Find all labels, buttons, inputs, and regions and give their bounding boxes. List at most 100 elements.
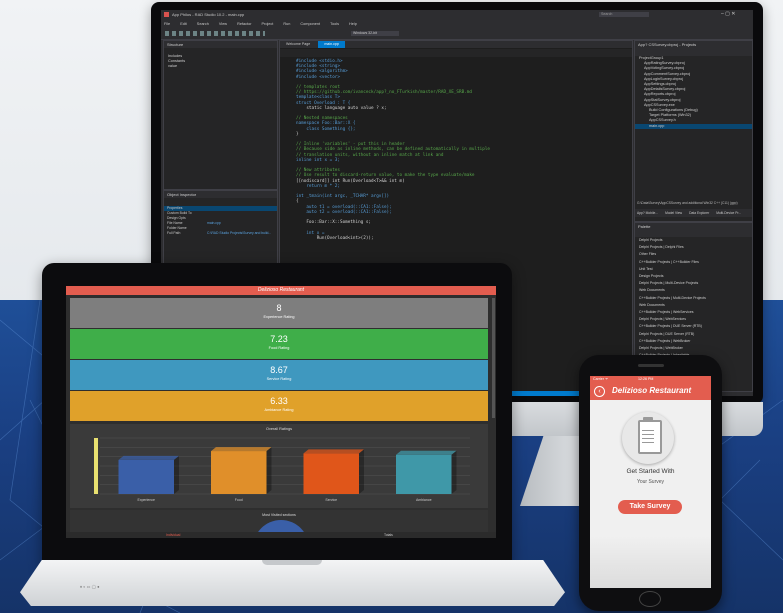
palette-item[interactable]: Web Documents [635,287,752,294]
get-started-text: Get Started With [626,468,675,475]
clipboard-icon [622,412,674,464]
palette-item[interactable]: Unit Test [635,266,752,273]
bar-label: Experience [137,498,155,502]
project-status: G:\Data\Survey\AppCSSurvey and additiona… [637,201,738,205]
menu-item[interactable]: Component [300,22,326,26]
palette-item[interactable]: Delphi Projects | WebServices [635,316,752,323]
inspector-value[interactable]: main.cpp [207,221,221,226]
code-line[interactable]: // Use result to discard-return value, t… [296,173,490,178]
bar-side [451,450,457,494]
menu-item[interactable]: Project [262,22,280,26]
inspector-row[interactable]: Full Path C:\RAD Studio Projects\Survey a… [164,231,277,236]
project-tab[interactable]: Model View [663,209,684,217]
app-logo-icon [164,12,169,17]
rating-band: 6.33 Ambiance Rating [70,391,488,421]
menu-item[interactable]: View [219,22,233,26]
footer-totals[interactable]: Totals [384,532,393,538]
back-icon[interactable]: ‹ [594,386,605,397]
bar-label: Food [235,498,243,502]
bar-side [266,447,272,494]
inspector-title: Object Inspector [164,191,277,198]
window-controls[interactable]: – ▢ ✕ [721,11,735,17]
laptop-dock-icons: ♦ ◐ ▭ ◯ ● [80,584,100,589]
phone-carrier: Carrier ᯤ [593,377,609,381]
dashboard-title: Delizioso Restaurant [66,286,496,295]
rating-label: Experience Rating [263,315,295,319]
palette-item[interactable]: C++Builder Projects | WebBroker [635,338,752,345]
palette-item[interactable]: C++Builder Projects | WebServices [635,309,752,316]
laptop-base [20,560,565,606]
rating-value: 8.67 [270,365,288,375]
code-line[interactable]: Run(Overload<int>(2)); [296,236,490,241]
toolbar: Windows 32-bit [161,29,753,40]
inspector-prop: Full Path [167,231,181,235]
menu-item[interactable]: Edit [180,22,193,26]
bar-ambiance [396,454,452,494]
phone-home-button[interactable] [639,591,661,607]
overall-ratings-chart: Experience Food Service Ambiance [94,437,470,502]
menu-bar: File Edit Search View Refactor Project R… [161,20,753,29]
editor-tab[interactable]: main.cpp [318,41,345,48]
rating-label: Food Rating [268,346,290,350]
menu-item[interactable]: Help [349,22,357,26]
menu-item[interactable]: Tools [330,22,345,26]
palette-item[interactable]: Design Projects [635,273,752,280]
palette-item[interactable]: Delphi Projects | Multi-Device Projects [635,280,752,287]
menu-item[interactable]: File [164,22,176,26]
menu-item[interactable]: Refactor [237,22,257,26]
toolbar-icons[interactable] [165,31,265,36]
rating-band: 8 Experience Rating [70,298,488,328]
phone-footer [590,536,711,588]
footer-individual[interactable]: Individual [166,532,180,538]
chart-title: Overall Ratings [266,427,292,431]
structure-title: Structure [164,41,277,48]
project-tab[interactable]: Data Explorer [687,209,711,217]
survey-subtitle: Your Survey [636,479,665,485]
bar-food [211,451,267,494]
palette-item[interactable]: Delphi Projects | Delphi Files [635,244,752,251]
search-input[interactable]: Search [599,12,649,17]
menu-items[interactable]: File Edit Search View Refactor Project R… [164,22,361,26]
laptop-notch [262,560,322,565]
chart-wall [94,438,98,494]
rating-value: 7.23 [270,334,288,344]
project-tab[interactable]: App? Mobile... [635,209,660,217]
bar-label: Ambiance [416,498,432,502]
project-pane: App? CSSurvey.cbproj - Projects ProjectG… [634,40,753,222]
project-tab[interactable]: Multi-Device Pr... [714,209,743,217]
scrollbar[interactable] [492,298,495,418]
project-title: App? CSSurvey.cbproj - Projects [635,41,752,48]
phone-time: 12:26 PM [638,377,654,381]
palette-item[interactable]: C++Builder Projects | Multi-Device Proje… [635,295,752,302]
rating-label: Ambiance Rating [264,408,294,412]
palette-item[interactable]: Delphi Projects | WebBroker [635,345,752,352]
menu-item[interactable]: Run [283,22,296,26]
rating-band: 8.67 Service Rating [70,360,488,390]
rating-band: 7.23 Food Rating [70,329,488,359]
project-item[interactable]: main.cpp [635,123,752,129]
rating-label: Service Rating [266,377,292,381]
bar-service [303,453,359,494]
platform-select[interactable]: Windows 32-bit [351,31,399,36]
editor-tab[interactable]: Welcome Page [280,41,316,48]
palette-item[interactable]: Web Documents [635,302,752,309]
palette-item[interactable]: Other Files [635,251,752,258]
take-survey-button[interactable]: Take Survey [618,500,682,514]
palette-item[interactable]: C++Builder Projects | DUE Server (RTB) [635,323,752,330]
menu-item[interactable]: Search [197,22,215,26]
palette-item[interactable]: C++Builder Projects | C++Builder Files [635,259,752,266]
phone-speaker [638,364,664,367]
palette-item[interactable]: Delphi Projects | DUE Server (RTB) [635,331,752,338]
inspector-value[interactable]: C:\RAD Studio Projects\Survey and build.… [207,231,271,236]
palette-item[interactable]: Delphi Projects [635,237,752,244]
structure-pane: Structure Includes Constants value [163,40,278,190]
structure-item[interactable]: value [164,64,277,69]
code-line[interactable]: // Because side as inline methods, can b… [296,147,490,152]
phone-title: Delizioso Restaurant [612,386,692,395]
ide-title-text: App Philos - RAD Studio 10.2 - main.cpp [172,12,245,17]
bar-top [303,449,364,454]
pie-title: Most Visited sections [262,513,296,517]
bar-top [118,455,179,460]
code-text[interactable]: #include <stdio.h> #include <string> #incl… [296,59,490,241]
bar-label: Service [325,498,337,502]
